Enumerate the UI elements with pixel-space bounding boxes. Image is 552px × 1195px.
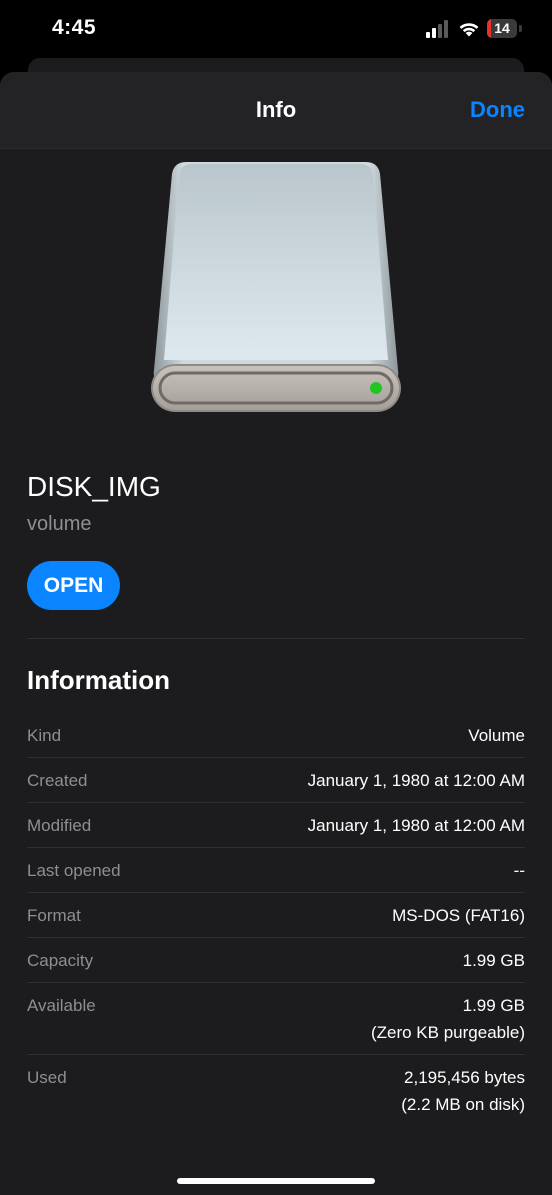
info-value-line: 1.99 GB: [462, 951, 525, 970]
info-label: Kind: [27, 726, 62, 745]
row-divider: [27, 982, 525, 983]
info-label: Format: [27, 906, 81, 925]
battery-level: 14: [494, 20, 510, 36]
cellular-signal-icon: [426, 20, 448, 38]
status-bar: 4:45 14: [0, 0, 552, 62]
battery-icon: 14: [487, 19, 523, 39]
done-button[interactable]: Done: [470, 97, 525, 123]
info-sheet: Info Done DISK_IMG volume OPEN Informati…: [0, 72, 552, 1195]
info-value: Volume: [468, 722, 525, 749]
info-value-secondary: (2.2 MB on disk): [401, 1095, 525, 1114]
item-name: DISK_IMG: [27, 471, 161, 502]
status-time: 4:45: [52, 16, 97, 39]
info-label: Used: [27, 1068, 67, 1087]
info-label: Available: [27, 996, 96, 1015]
info-value: January 1, 1980 at 12:00 AM: [308, 812, 525, 839]
external-drive-icon: [151, 162, 401, 412]
info-label: Last opened: [27, 861, 121, 880]
info-value-secondary: (Zero KB purgeable): [370, 1023, 525, 1042]
home-indicator[interactable]: [177, 1178, 375, 1184]
info-value-line: January 1, 1980 at 12:00 AM: [307, 771, 525, 790]
info-value: 2,195,456 bytes (2.2 MB on disk): [401, 1064, 525, 1118]
info-label: Created: [27, 771, 88, 790]
section-divider: [27, 638, 525, 639]
info-value-line: 2,195,456 bytes: [404, 1068, 525, 1087]
row-divider: [27, 847, 525, 848]
screen: 4:45 14 Info Done DISK_IMG volume OPEN I…: [0, 0, 552, 1195]
info-value-line: Volume: [468, 726, 525, 745]
nav-bar: Info Done: [0, 72, 552, 149]
info-value: 1.99 GB: [463, 947, 525, 974]
info-value-line: January 1, 1980 at 12:00 AM: [307, 816, 525, 835]
item-kind: volume: [27, 513, 92, 535]
wifi-icon: [459, 23, 479, 37]
info-value-line: --: [513, 861, 525, 880]
info-value: --: [514, 857, 525, 884]
info-value: January 1, 1980 at 12:00 AM: [308, 767, 525, 794]
row-divider: [27, 937, 525, 938]
row-divider: [27, 757, 525, 758]
row-divider: [27, 892, 525, 893]
open-button[interactable]: OPEN: [27, 561, 120, 610]
info-value-line: 1.99 GB: [462, 996, 525, 1015]
info-label: Capacity: [27, 951, 94, 970]
row-divider: [27, 1054, 525, 1055]
info-value: 1.99 GB (Zero KB purgeable): [371, 992, 525, 1046]
info-value: MS-DOS (FAT16): [392, 902, 525, 929]
row-divider: [27, 802, 525, 803]
info-label: Modified: [27, 816, 92, 835]
information-title: Information: [27, 665, 170, 695]
info-value-line: MS-DOS (FAT16): [392, 906, 525, 925]
